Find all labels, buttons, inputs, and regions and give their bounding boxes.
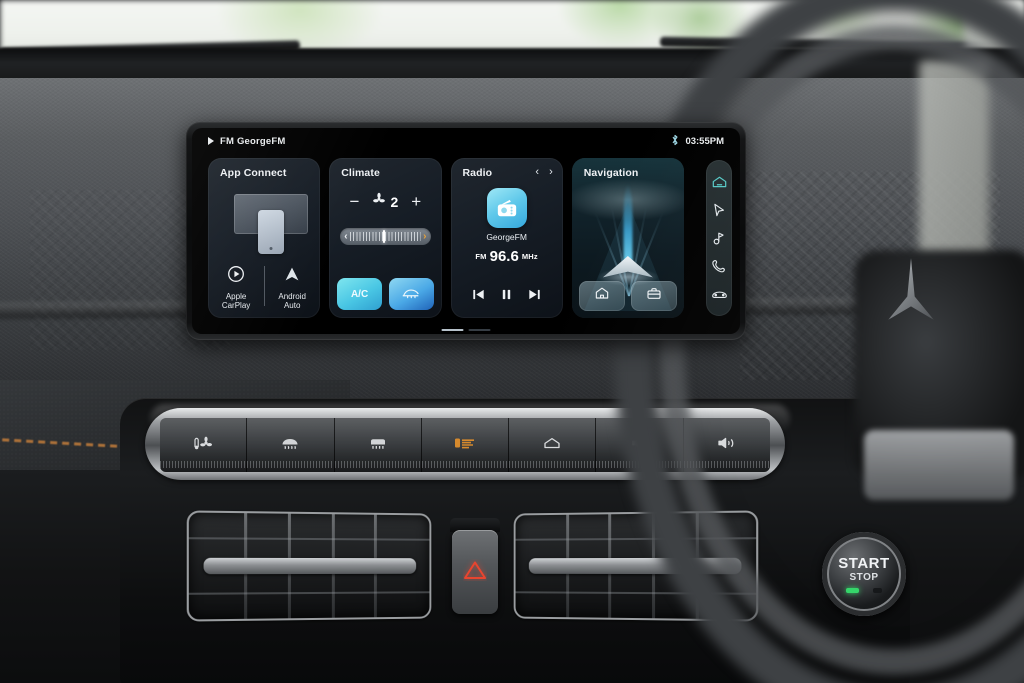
home-icon [542,436,562,455]
hw-button-rear-defrost[interactable] [334,418,422,472]
radio-band: FM [475,252,487,261]
button-knurl [160,461,247,468]
temperature-ticks [349,230,422,243]
android-auto-label-line1: Android [278,291,306,301]
vent-adjuster-left[interactable] [204,557,416,575]
card-title-app-connect: App Connect [220,167,287,179]
card-navigation[interactable]: Navigation [571,158,684,318]
apple-carplay-icon [226,264,246,289]
card-title-radio: Radio [462,167,493,179]
radio-app-icon[interactable] [486,188,527,228]
button-knurl [421,461,509,468]
power-on-off-icon [453,436,477,455]
clock: 03:55PM [685,135,724,147]
hazard-triangle-icon [463,559,487,586]
temp-increase-chevron[interactable]: › [423,231,426,242]
android-auto-icon [282,264,302,289]
fan-speed-control: − 2 + [329,192,441,211]
fan-increase-button[interactable]: + [411,193,421,210]
card-title-climate: Climate [341,167,380,179]
ac-toggle-button[interactable]: A/C [337,278,382,310]
windshield-defrost-button[interactable] [388,278,434,310]
divider [264,265,266,306]
radio-prev-station-button[interactable]: ‹ [535,166,539,178]
hazard-lights-button[interactable] [452,530,498,614]
climate-toggle-buttons: A/C [337,278,434,310]
page-dot-active[interactable] [441,329,464,331]
status-bar: FM GeorgeFM 03:55PM [192,128,740,154]
play-triangle-icon [208,137,214,145]
apple-carplay-label-line2: CarPlay [221,300,251,310]
radio-playback-controls [451,288,563,306]
skip-previous-icon[interactable] [472,288,485,306]
app-connect-phone-graphic [258,210,284,254]
car-interior-scene: START STOP FM GeorgeFM 03:55PM App Conne… [0,0,1024,683]
hw-button-climate-control[interactable] [160,418,248,472]
page-dot[interactable] [468,329,491,331]
sidebar-item-music[interactable] [709,228,729,248]
sidebar-item-navigation[interactable] [709,200,729,220]
temperature-slider-knob[interactable] [382,230,385,243]
pause-icon[interactable] [500,288,513,306]
button-knurl [509,461,596,468]
briefcase-icon [646,286,662,306]
home-icon [594,286,610,306]
button-knurl [334,461,421,468]
sidebar-item-vehicle[interactable] [709,284,729,304]
radio-station-name: GeorgeFM [486,232,527,242]
skip-next-icon[interactable] [528,288,541,306]
sidebar-item-home[interactable] [709,172,729,192]
steering-wheel-control-pad[interactable] [864,430,1014,500]
fan-speed-display: 2 [372,192,398,211]
hw-button-front-defrost[interactable] [247,418,335,472]
card-app-connect[interactable]: App Connect Apple CarPlay Android Auto [208,158,321,318]
hw-button-power-on-off[interactable] [421,418,510,472]
android-auto-label-line2: Auto [283,300,301,310]
rear-defrost-icon [367,436,389,455]
nav-home-shortcut-button[interactable] [578,281,625,311]
radio-station-nav: ‹ › [535,166,552,178]
infotainment-screen[interactable]: FM GeorgeFM 03:55PM App Connect Apple Ca… [192,128,740,334]
windshield-defrost-icon [400,286,422,303]
nav-work-shortcut-button[interactable] [630,281,677,311]
fan-decrease-button[interactable]: − [350,193,360,210]
button-knurl [247,461,334,468]
page-indicator[interactable] [441,329,491,331]
now-playing-source: FM GeorgeFM [220,135,286,147]
climate-control-icon [192,436,214,455]
app-connect-options: Apple CarPlay Android Auto [208,264,320,310]
status-now-playing: FM GeorgeFM [208,136,286,147]
sidebar-item-phone[interactable] [709,256,729,276]
navigation-shortcuts [578,281,677,311]
status-right: 03:55PM [671,134,724,149]
hw-button-home[interactable] [509,418,597,472]
card-climate[interactable]: Climate − 2 + ‹ › A/C [329,158,442,318]
android-auto-button[interactable]: Android Auto [264,264,320,310]
card-title-navigation: Navigation [583,167,639,179]
card-radio[interactable]: Radio ‹ › GeorgeFM FM 96.6 MHz [450,158,563,318]
radio-frequency-display: FM 96.6 MHz [451,248,563,266]
apple-carplay-label-line1: Apple [225,291,247,301]
temperature-slider[interactable]: ‹ › [340,228,431,245]
temp-decrease-chevron[interactable]: ‹ [344,231,347,242]
apple-carplay-button[interactable]: Apple CarPlay [208,264,264,310]
radio-frequency-unit: MHz [521,252,538,261]
bluetooth-icon [671,134,679,149]
home-cards: App Connect Apple CarPlay Android Auto C… [208,158,684,318]
radio-next-station-button[interactable]: › [549,166,553,178]
fan-speed-value: 2 [390,193,399,210]
air-vent-left[interactable] [186,510,432,622]
radio-frequency: 96.6 [489,248,519,265]
sidebar-rail [706,160,732,316]
fan-icon [372,192,386,211]
front-defrost-icon [279,436,301,455]
